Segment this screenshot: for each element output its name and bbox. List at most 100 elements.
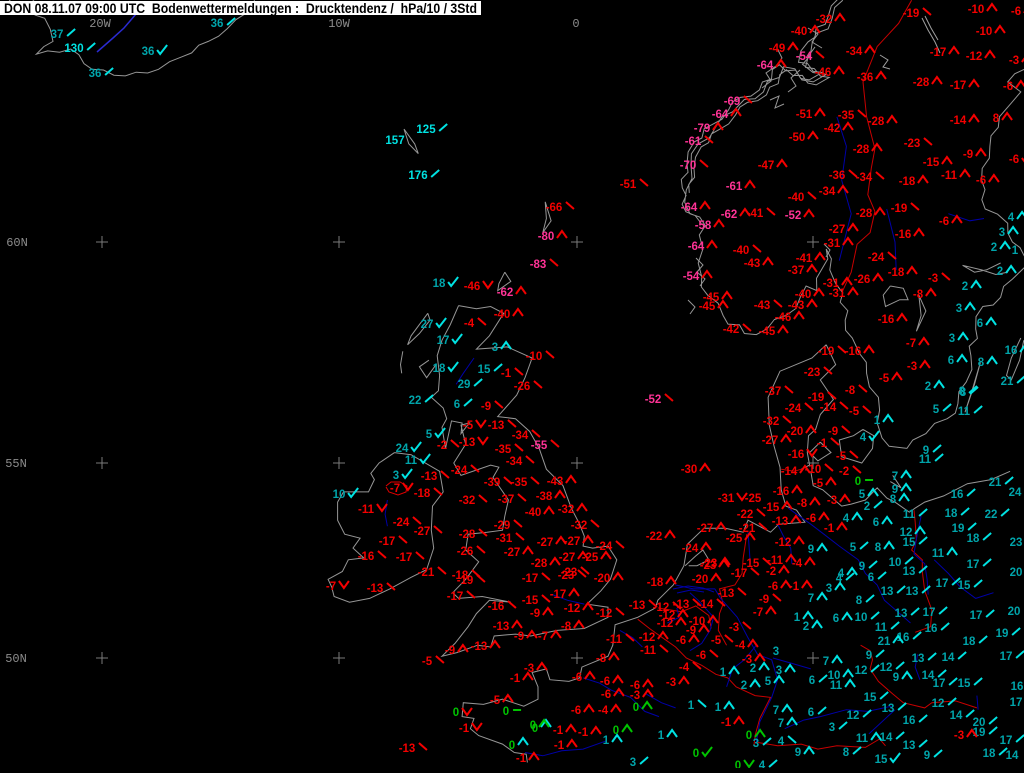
svg-text:20: 20 xyxy=(1008,606,1021,618)
svg-text:-5: -5 xyxy=(490,695,501,707)
svg-text:-27: -27 xyxy=(564,536,581,548)
svg-text:6: 6 xyxy=(808,707,814,719)
svg-text:-17: -17 xyxy=(950,80,967,92)
svg-text:-23: -23 xyxy=(904,138,921,150)
svg-text:8: 8 xyxy=(890,494,897,506)
svg-text:15: 15 xyxy=(875,754,888,766)
svg-text:-43: -43 xyxy=(754,300,771,312)
svg-text:15: 15 xyxy=(478,364,491,376)
svg-text:-70: -70 xyxy=(680,160,697,172)
svg-text:-17: -17 xyxy=(550,589,567,601)
svg-text:-5: -5 xyxy=(711,635,722,647)
svg-text:19: 19 xyxy=(996,628,1009,640)
svg-text:-31: -31 xyxy=(496,533,513,545)
svg-text:-43: -43 xyxy=(744,258,761,270)
svg-text:-26: -26 xyxy=(457,546,474,558)
svg-text:-32: -32 xyxy=(816,14,833,26)
svg-text:3: 3 xyxy=(492,342,498,354)
svg-text:-43: -43 xyxy=(788,300,805,312)
svg-text:10: 10 xyxy=(855,612,868,624)
svg-text:2: 2 xyxy=(991,242,997,254)
svg-text:-35: -35 xyxy=(495,444,512,456)
svg-text:-25: -25 xyxy=(726,533,743,545)
svg-text:-9: -9 xyxy=(963,149,973,161)
svg-text:-38: -38 xyxy=(536,491,553,503)
svg-text:-13: -13 xyxy=(421,471,438,483)
svg-text:-18: -18 xyxy=(414,488,431,500)
svg-text:-28: -28 xyxy=(853,144,870,156)
svg-text:-24: -24 xyxy=(682,543,699,555)
svg-text:7: 7 xyxy=(892,471,898,483)
svg-text:-2: -2 xyxy=(839,466,849,478)
svg-text:-28: -28 xyxy=(913,77,930,89)
svg-text:-3: -3 xyxy=(729,622,739,634)
svg-text:-62: -62 xyxy=(721,209,738,221)
svg-text:2: 2 xyxy=(864,501,870,513)
svg-text:11: 11 xyxy=(875,622,888,634)
svg-text:16: 16 xyxy=(1011,681,1024,693)
svg-text:6: 6 xyxy=(948,355,954,367)
svg-text:-32: -32 xyxy=(459,495,476,507)
svg-text:9: 9 xyxy=(866,650,872,662)
svg-text:7: 7 xyxy=(808,593,814,605)
svg-text:9: 9 xyxy=(808,544,814,556)
svg-text:130: 130 xyxy=(64,43,83,55)
svg-text:-17: -17 xyxy=(930,47,947,59)
svg-text:11: 11 xyxy=(856,733,869,745)
svg-text:-50: -50 xyxy=(789,132,806,144)
svg-text:9: 9 xyxy=(859,561,865,573)
svg-text:10W: 10W xyxy=(328,17,350,31)
svg-text:6: 6 xyxy=(977,318,983,330)
svg-text:1: 1 xyxy=(603,735,610,747)
svg-text:-31: -31 xyxy=(829,288,846,300)
svg-text:7: 7 xyxy=(773,705,779,717)
svg-text:16: 16 xyxy=(1005,345,1018,357)
svg-text:50N: 50N xyxy=(5,652,27,666)
svg-text:-17: -17 xyxy=(522,573,539,585)
svg-text:5: 5 xyxy=(933,404,940,416)
svg-text:-3: -3 xyxy=(1009,55,1019,67)
svg-text:-2: -2 xyxy=(766,566,776,578)
svg-text:DON 08.11.07 09:00 UTC Bodenw: DON 08.11.07 09:00 UTC Bodenwettermeldun… xyxy=(4,1,477,16)
svg-text:157: 157 xyxy=(385,135,404,147)
svg-text:-9: -9 xyxy=(530,608,540,620)
svg-text:-28: -28 xyxy=(856,208,873,220)
svg-text:3: 3 xyxy=(829,722,835,734)
svg-text:-6: -6 xyxy=(1009,154,1019,166)
svg-text:-9: -9 xyxy=(828,426,838,438)
svg-text:-37: -37 xyxy=(498,494,515,506)
svg-text:2: 2 xyxy=(925,381,931,393)
svg-text:11: 11 xyxy=(830,680,843,692)
svg-text:11: 11 xyxy=(958,406,971,418)
svg-text:-16: -16 xyxy=(358,551,375,563)
svg-text:-28: -28 xyxy=(459,529,476,541)
svg-text:3: 3 xyxy=(949,333,955,345)
svg-text:21: 21 xyxy=(989,477,1002,489)
svg-text:14: 14 xyxy=(1006,750,1019,762)
svg-text:-1: -1 xyxy=(721,717,732,729)
svg-text:-13: -13 xyxy=(718,588,735,600)
svg-text:-18: -18 xyxy=(899,176,916,188)
svg-text:-6: -6 xyxy=(806,513,816,525)
svg-text:18: 18 xyxy=(945,508,958,520)
svg-text:-25: -25 xyxy=(745,493,762,505)
svg-text:-15: -15 xyxy=(763,502,780,514)
svg-text:-46: -46 xyxy=(775,312,792,324)
svg-text:-6: -6 xyxy=(1011,6,1021,18)
svg-text:-40: -40 xyxy=(525,507,542,519)
svg-text:17: 17 xyxy=(1000,735,1013,747)
svg-text:-6: -6 xyxy=(976,175,986,187)
svg-text:0: 0 xyxy=(572,17,579,31)
svg-text:-16: -16 xyxy=(895,229,912,241)
svg-text:20W: 20W xyxy=(89,17,111,31)
svg-text:-13: -13 xyxy=(493,621,510,633)
svg-text:-27: -27 xyxy=(504,547,521,559)
svg-text:-27: -27 xyxy=(559,552,576,564)
svg-text:14: 14 xyxy=(942,652,955,664)
svg-text:-20: -20 xyxy=(594,573,611,585)
svg-text:-1: -1 xyxy=(510,673,521,685)
svg-text:2: 2 xyxy=(750,663,756,675)
svg-text:-28: -28 xyxy=(868,116,885,128)
svg-text:-11: -11 xyxy=(358,504,375,516)
svg-text:-12: -12 xyxy=(775,537,792,549)
